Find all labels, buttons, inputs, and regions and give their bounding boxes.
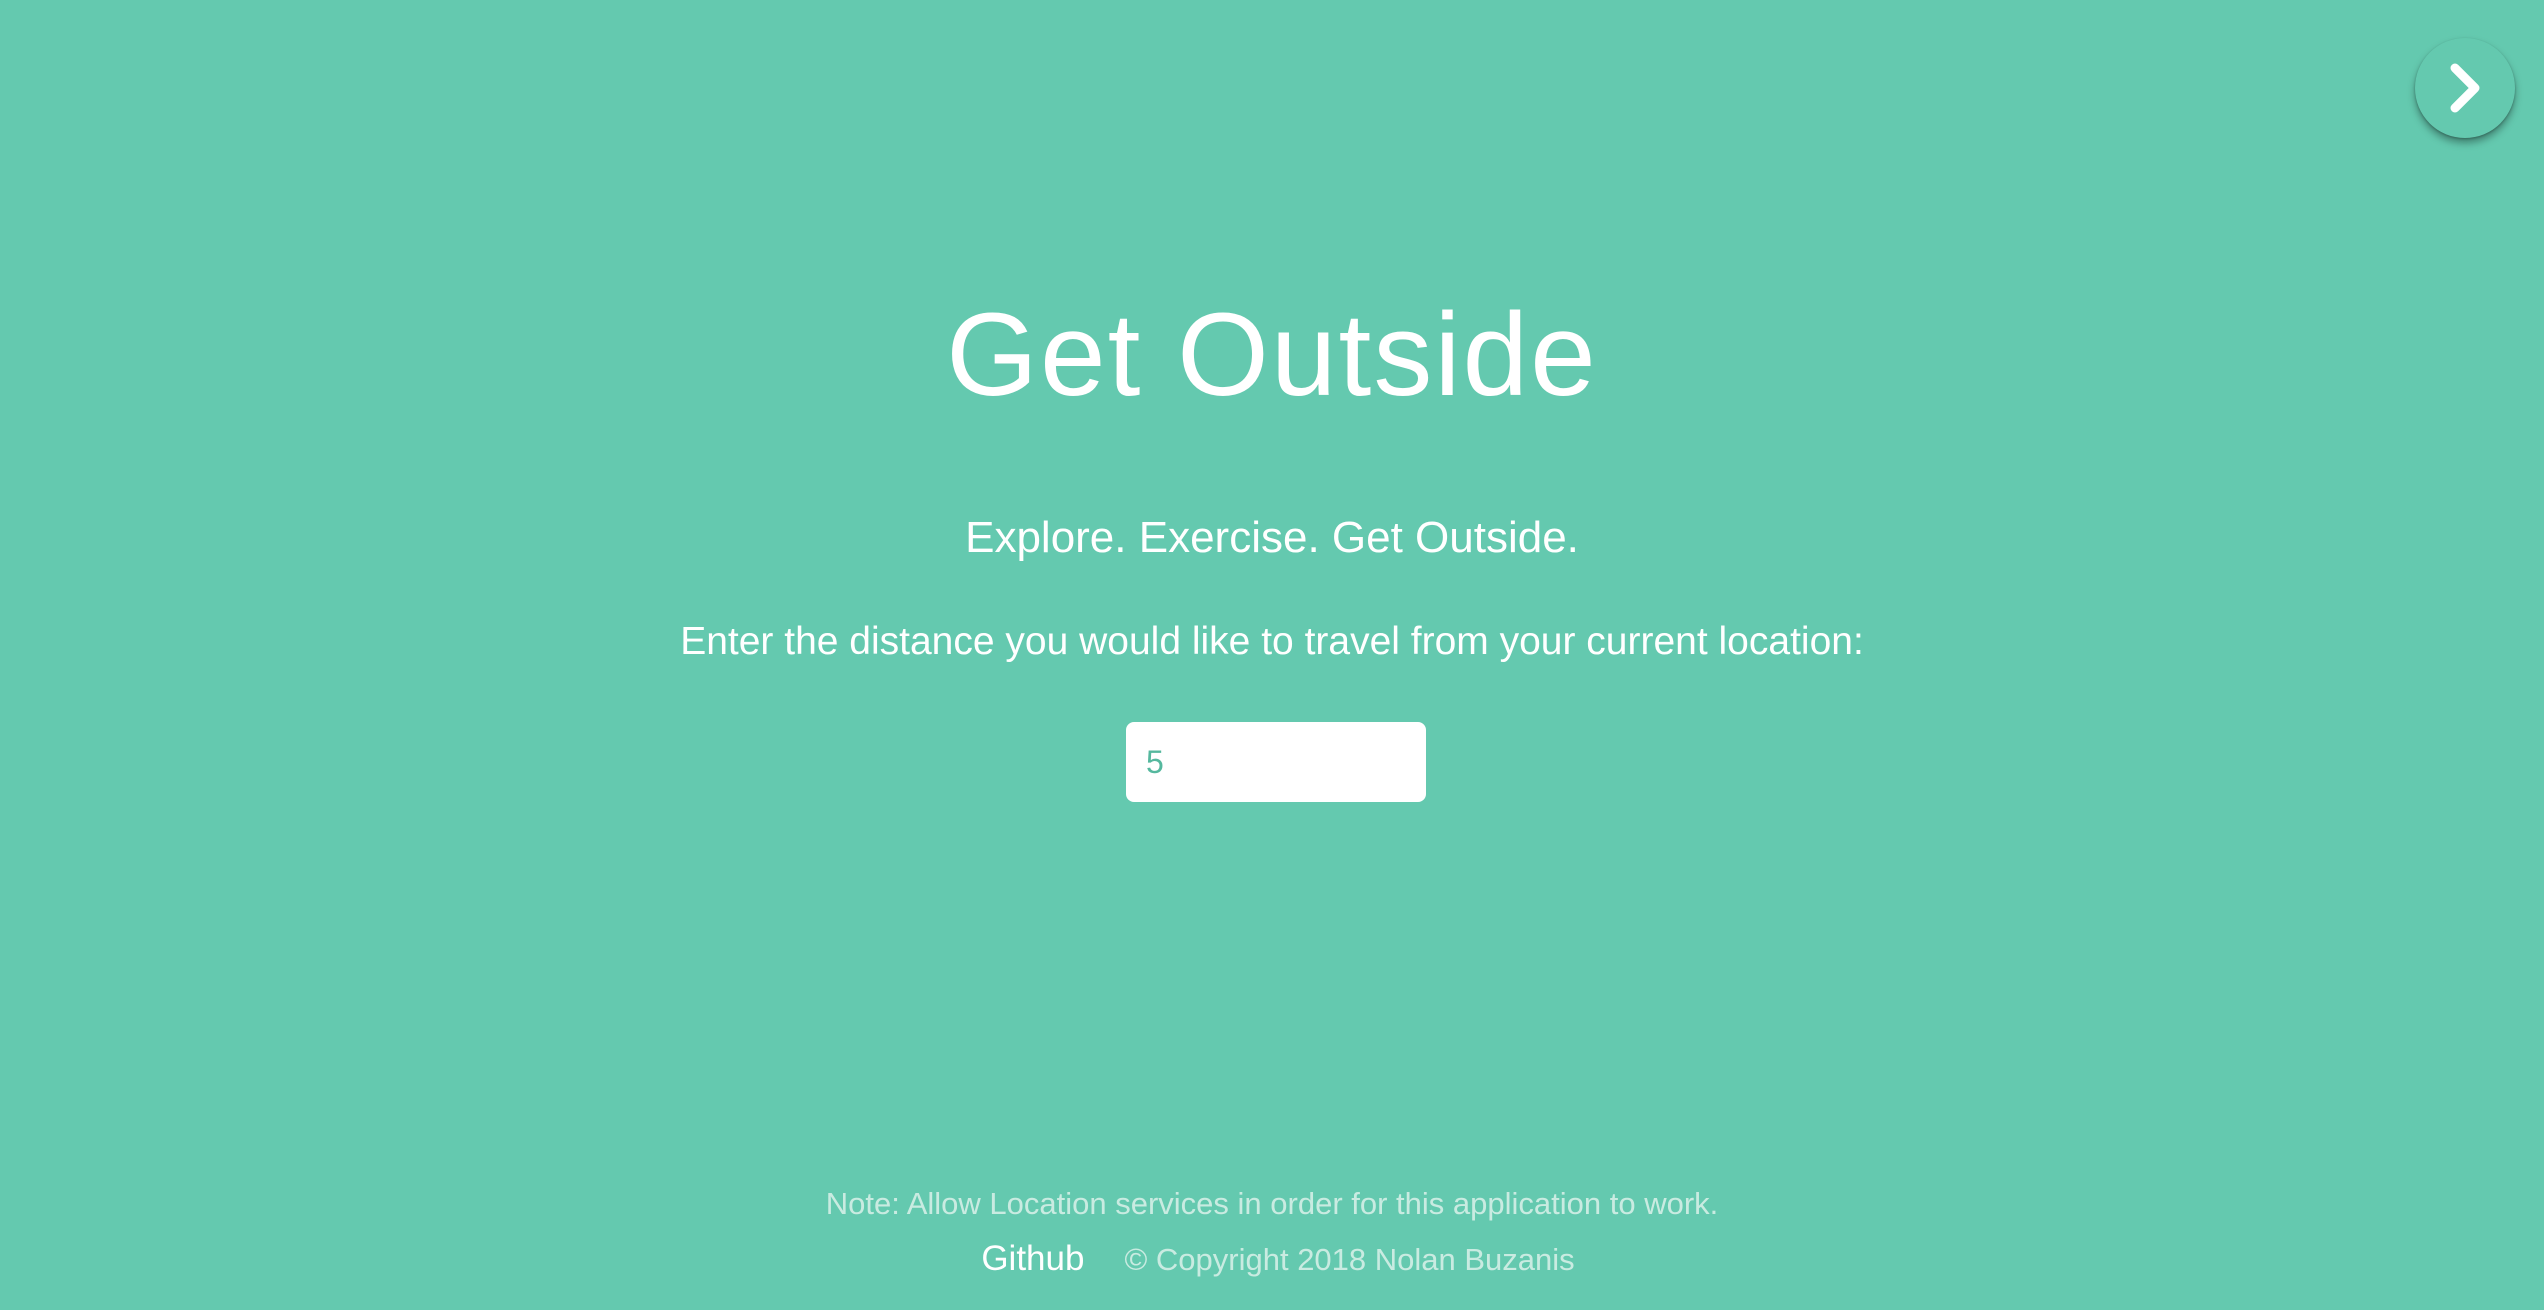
distance-instructions: Enter the distance you would like to tra… [680,620,1864,663]
page-title: Get Outside [946,289,1598,421]
copyright-text: © Copyright 2018 Nolan Buzanis [1124,1242,1575,1277]
chevron-right-icon [2444,62,2486,114]
location-note: Note: Allow Location services in order f… [825,1186,1719,1221]
distance-input[interactable] [1126,722,1426,802]
github-link[interactable]: Github [981,1236,1084,1282]
tagline: Explore. Exercise. Get Outside. [965,513,1579,562]
next-button[interactable] [2415,38,2515,138]
footer: Github © Copyright 2018 Nolan Buzanis [0,1236,2544,1282]
